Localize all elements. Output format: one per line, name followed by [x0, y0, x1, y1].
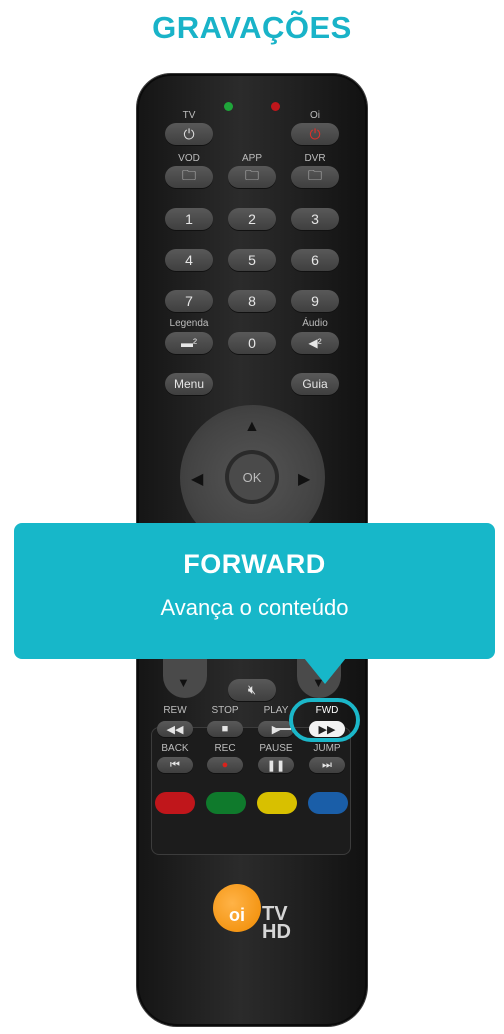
led-red — [271, 102, 280, 111]
skip-forward-icon: ⏭ — [322, 758, 332, 771]
legenda-button[interactable]: ▬² — [165, 332, 213, 354]
jump-button[interactable]: ⏭ — [309, 757, 345, 773]
power-icon: ⏻ — [309, 125, 321, 142]
stop-button[interactable]: ■ — [207, 721, 243, 737]
mute-button[interactable]: 🔇︎ — [228, 679, 276, 701]
oi-power-button[interactable]: ⏻ — [291, 123, 339, 145]
oi-logo: oi — [213, 884, 261, 932]
skip-back-icon: ⏮ — [170, 758, 180, 771]
back-button[interactable]: ⏮ — [157, 757, 193, 773]
number-4-button[interactable]: 4 — [165, 249, 213, 271]
pause-icon: ❚❚ — [266, 759, 286, 772]
tv-power-button[interactable]: ⏻ — [165, 123, 213, 145]
fwd-highlight-ring — [289, 698, 360, 742]
tv-label: TV — [182, 110, 196, 121]
folder-icon: 🗀 — [308, 167, 322, 183]
left-arrow-icon[interactable]: ◀ — [191, 469, 203, 489]
red-button[interactable] — [155, 792, 195, 814]
connector-line — [275, 728, 291, 730]
folder-icon: 🗀 — [245, 167, 259, 183]
app-button[interactable]: 🗀 — [228, 166, 276, 188]
right-arrow-icon[interactable]: ▶ — [298, 469, 310, 489]
ok-button[interactable]: OK — [229, 454, 275, 500]
tv-hd-logo: TV HD — [262, 904, 291, 943]
rewind-icon: ◀◀ — [166, 723, 184, 736]
number-7-button[interactable]: 7 — [165, 290, 213, 312]
dvr-button[interactable]: 🗀 — [291, 166, 339, 188]
vod-label: VOD — [178, 153, 200, 164]
down-arrow-icon: ▼ — [177, 675, 190, 690]
legenda-label: Legenda — [169, 318, 209, 329]
record-icon: ● — [221, 759, 229, 771]
pause-button[interactable]: ❚❚ — [258, 757, 294, 773]
page-title: GRAVAÇÕES — [152, 10, 352, 45]
app-label: APP — [241, 153, 262, 164]
stop-icon: ■ — [221, 723, 229, 735]
jump-label: JUMP — [313, 743, 341, 754]
rew-button[interactable]: ◀◀ — [157, 721, 193, 737]
audio-button[interactable]: ◀² — [291, 332, 339, 354]
tooltip: FORWARD Avança o conteúdo — [14, 523, 495, 659]
number-5-button[interactable]: 5 — [228, 249, 276, 271]
yellow-button[interactable] — [257, 792, 297, 814]
power-icon: ⏻ — [183, 125, 195, 142]
number-3-button[interactable]: 3 — [291, 208, 339, 230]
blue-button[interactable] — [308, 792, 348, 814]
audio-icon: ◀² — [308, 336, 322, 350]
number-1-button[interactable]: 1 — [165, 208, 213, 230]
up-arrow-icon[interactable]: ▲ — [244, 418, 260, 436]
folder-icon: 🗀 — [182, 167, 196, 183]
mute-icon: 🔇︎ — [247, 682, 257, 697]
led-green — [224, 102, 233, 111]
menu-button[interactable]: Menu — [165, 373, 213, 395]
number-8-button[interactable]: 8 — [228, 290, 276, 312]
guia-button[interactable]: Guia — [291, 373, 339, 395]
vod-button[interactable]: 🗀 — [165, 166, 213, 188]
logo-line-2: HD — [262, 921, 291, 943]
number-0-button[interactable]: 0 — [228, 332, 276, 354]
number-2-button[interactable]: 2 — [228, 208, 276, 230]
rec-button[interactable]: ● — [207, 757, 243, 773]
green-button[interactable] — [206, 792, 246, 814]
audio-label: Áudio — [302, 318, 328, 329]
subtitle-icon: ▬² — [181, 336, 197, 350]
tooltip-pointer — [304, 658, 346, 684]
number-6-button[interactable]: 6 — [291, 249, 339, 271]
oi-label: Oi — [310, 110, 320, 121]
tooltip-title: FORWARD — [183, 549, 326, 579]
tooltip-description: Avança o conteúdo — [160, 595, 349, 620]
number-9-button[interactable]: 9 — [291, 290, 339, 312]
dvr-label: DVR — [304, 153, 326, 164]
